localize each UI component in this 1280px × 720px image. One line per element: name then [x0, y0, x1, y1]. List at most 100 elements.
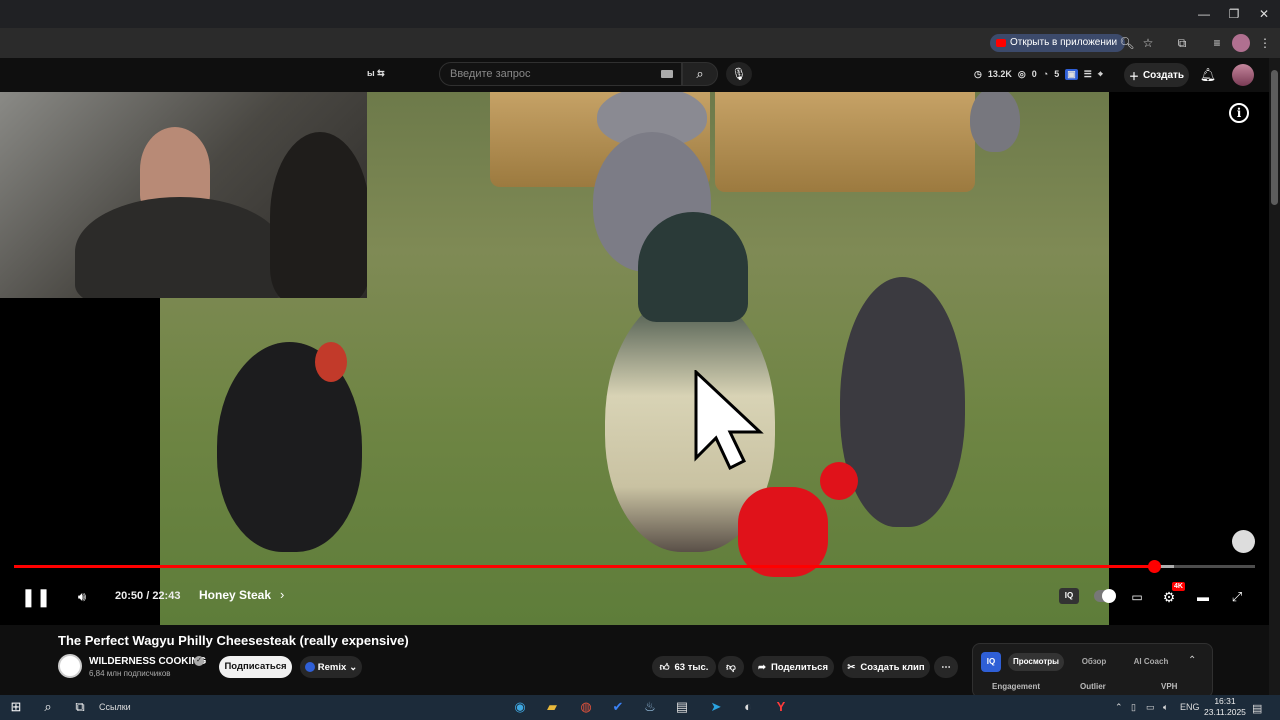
clock-icon: ◷	[974, 68, 982, 79]
tab-overview[interactable]: Обзор	[1070, 653, 1118, 671]
hay-bale	[715, 92, 975, 192]
yandex-browser-icon[interactable]: Y	[770, 697, 792, 717]
gear-icon: ⚙	[1162, 588, 1176, 605]
share-button[interactable]: ➦ Поделиться	[752, 656, 834, 678]
rooster-tail	[638, 212, 748, 322]
scrollbar-thumb[interactable]	[1271, 70, 1278, 205]
chevron-up-icon[interactable]: ⌃	[1188, 655, 1196, 666]
time-display: 20:50 / 22:43	[115, 590, 180, 602]
column-vph: VPH	[1161, 682, 1178, 691]
subscribe-button[interactable]: Подписаться	[219, 656, 292, 678]
notifications-icon[interactable]: ▤	[1252, 702, 1262, 715]
open-in-app-button[interactable]: Открыть в приложении	[990, 34, 1126, 52]
fullscreen-button[interactable]: ⤢	[1228, 586, 1246, 608]
browser-menu-icon[interactable]: ⋮	[1256, 34, 1274, 52]
hen-comb	[820, 462, 858, 500]
more-actions-button[interactable]: ⋯	[934, 656, 958, 678]
search-icon[interactable]: ⌕	[37, 697, 59, 717]
time-separator: /	[143, 590, 153, 602]
taskbar-clock[interactable]: 16:31 23.11.2025	[1204, 696, 1246, 718]
volume-icon[interactable]: 🔈︎	[1163, 702, 1168, 713]
tray-device-icon[interactable]: ▯	[1131, 702, 1136, 713]
guinea-fowl	[970, 92, 1020, 152]
quality-badge: 4K	[1172, 582, 1185, 591]
chapter-title[interactable]: Honey Steak	[199, 588, 271, 602]
clock-date: 23.11.2025	[1204, 707, 1246, 717]
telegram-icon[interactable]: ➤	[705, 697, 727, 717]
webcam-overlay	[0, 92, 367, 298]
autoplay-toggle[interactable]	[1094, 589, 1116, 603]
vidiq-icon[interactable]: ▣	[1065, 68, 1078, 80]
extensions-icon[interactable]: ⧉	[1173, 34, 1191, 52]
close-window-button[interactable]: ✕	[1247, 2, 1280, 26]
task-view-icon[interactable]: ⧉	[69, 697, 91, 717]
like-button[interactable]: 👍︎ 63 тыс.	[652, 656, 716, 678]
list-icon[interactable]: ☰	[1084, 69, 1092, 80]
search-placeholder: Введите запрос	[450, 68, 531, 80]
comment-icon: ◔	[1042, 69, 1049, 79]
video-player[interactable]	[0, 92, 1269, 625]
zoom-icon[interactable]: 🔍︎	[1118, 34, 1136, 52]
theater-mode-button[interactable]: ▬	[1194, 586, 1212, 608]
language-indicator[interactable]: ENG	[1180, 702, 1200, 712]
keyboard-icon[interactable]	[661, 70, 673, 78]
channel-name[interactable]: WILDERNESS COOKING	[89, 656, 206, 667]
tab-views[interactable]: Просмотры	[1008, 653, 1064, 671]
voice-search-button[interactable]: 🎙︎	[726, 62, 752, 86]
views-count: 13.2K	[987, 69, 1012, 79]
file-explorer-icon[interactable]: ▰	[541, 697, 563, 717]
minimize-button[interactable]: —	[1187, 2, 1221, 26]
volume-button[interactable]: 🔊︎	[72, 586, 92, 608]
share-label: Поделиться	[770, 661, 828, 673]
time-current: 20:50	[115, 590, 144, 602]
chrome-icon[interactable]: ◍	[575, 697, 597, 717]
progress-fill	[14, 565, 1155, 568]
info-icon[interactable]: i	[1229, 103, 1249, 123]
notifications-bell-icon[interactable]: 🔔︎	[1198, 65, 1218, 85]
search-button[interactable]: ⌕	[682, 62, 718, 86]
search-icon: ⌕	[696, 66, 704, 81]
chevron-down-icon: ⌄	[349, 661, 358, 673]
app-icon[interactable]: ◐	[737, 697, 759, 717]
epic-games-icon[interactable]: ▤	[671, 697, 693, 717]
bookmark-star-icon[interactable]: ☆	[1139, 34, 1157, 52]
pin-icon[interactable]: ⌖	[1098, 69, 1103, 80]
links-toolbar[interactable]: Ссылки	[99, 702, 131, 712]
thumbs-up-icon: 👍︎	[659, 662, 670, 673]
remix-button[interactable]: Remix ⌄	[300, 656, 362, 678]
progress-bar[interactable]	[14, 565, 1255, 568]
channel-watermark[interactable]	[1232, 530, 1255, 553]
account-avatar[interactable]	[1232, 64, 1254, 86]
network-icon[interactable]: ▭	[1146, 702, 1155, 713]
clip-label: Создать клип	[860, 661, 925, 673]
create-button[interactable]: ＋ Создать	[1124, 63, 1189, 87]
chevron-right-icon[interactable]: ›	[280, 587, 284, 602]
subtitles-button[interactable]: ▭	[1128, 586, 1146, 608]
microphone-icon: 🎙︎	[731, 67, 747, 81]
masthead-fragment: ы ⇆	[367, 68, 385, 78]
profile-icon[interactable]	[1232, 34, 1250, 52]
youtube-icon	[996, 39, 1006, 47]
plus-icon: ＋	[1128, 71, 1139, 83]
steam-icon[interactable]: ♨	[639, 697, 661, 717]
channel-avatar[interactable]	[58, 654, 82, 678]
clip-button[interactable]: ✂ Создать клип	[842, 656, 930, 678]
search-input[interactable]: Введите запрос	[439, 62, 682, 86]
maximize-button[interactable]: ❐	[1217, 2, 1251, 26]
check-app-icon[interactable]: ✔	[607, 697, 629, 717]
circle-icon: ◎	[1017, 68, 1026, 79]
tab-ai-coach[interactable]: AI Coach	[1124, 653, 1178, 671]
edge-icon[interactable]: ◉	[509, 697, 531, 717]
reading-list-icon[interactable]: ≡	[1208, 34, 1226, 52]
like-count: 63 тыс.	[674, 661, 709, 673]
volume-icon: 🔊︎	[77, 589, 87, 604]
remix-label: Remix	[317, 661, 347, 673]
windows-start-icon[interactable]: ⊞	[5, 697, 27, 717]
tray-chevron-up-icon[interactable]: ⌃	[1115, 702, 1123, 713]
video-title: The Perfect Wagyu Philly Cheesesteak (re…	[58, 633, 409, 648]
clock-time: 16:31	[1214, 696, 1236, 706]
dislike-button[interactable]: 👎︎	[718, 656, 744, 678]
pause-button[interactable]: ❚❚	[21, 586, 51, 608]
rooster-comb	[738, 487, 828, 577]
vidiq-player-button[interactable]: IQ	[1059, 588, 1079, 604]
